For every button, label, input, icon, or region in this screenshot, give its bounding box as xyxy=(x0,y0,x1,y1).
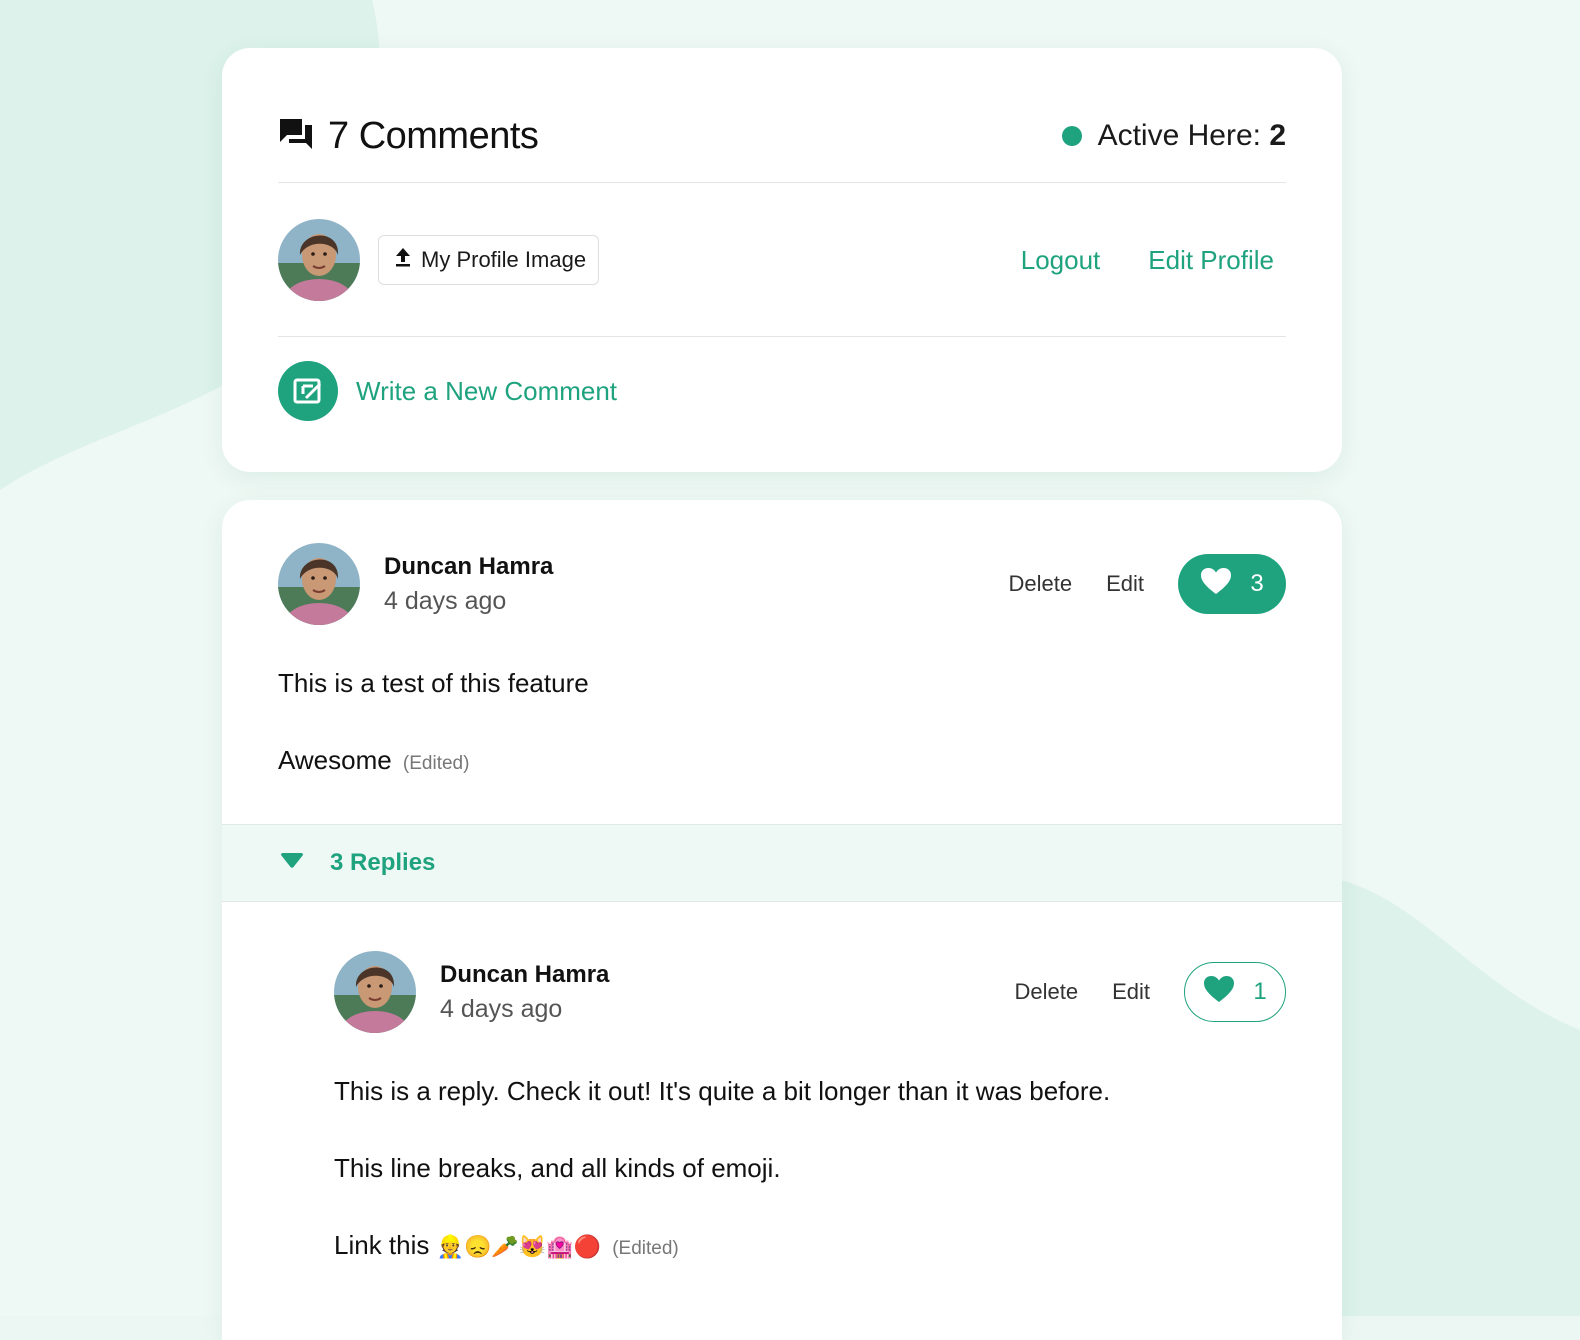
compose-icon xyxy=(278,361,338,421)
avatar xyxy=(278,543,360,625)
delete-comment-button[interactable]: Delete xyxy=(1008,571,1072,597)
edit-profile-link[interactable]: Edit Profile xyxy=(1148,245,1274,276)
active-label: Active Here: xyxy=(1097,119,1261,152)
like-button[interactable]: 1 xyxy=(1184,962,1286,1022)
reply-author: Duncan Hamra xyxy=(440,960,610,988)
upload-profile-image-button[interactable]: My Profile Image xyxy=(378,235,600,285)
comments-list-card: Duncan Hamra 4 days ago Delete Edit 3 Th… xyxy=(222,500,1342,1340)
comment-item: Duncan Hamra 4 days ago Delete Edit 3 Th… xyxy=(278,542,1286,776)
upload-button-label: My Profile Image xyxy=(421,247,587,272)
comment-author: Duncan Hamra xyxy=(384,552,554,580)
reply-text-line: This line breaks, and all kinds of emoji… xyxy=(334,1153,781,1183)
active-count: 2 xyxy=(1269,119,1286,152)
edited-label: (Edited) xyxy=(402,753,470,774)
edited-label: (Edited) xyxy=(612,1238,679,1259)
reply-item: Duncan Hamra 4 days ago Delete Edit 1 Th… xyxy=(334,950,1286,1261)
active-users-indicator: Active Here: 2 xyxy=(1061,119,1286,153)
reply-text-line: This is a reply. Check it out! It's quit… xyxy=(334,1076,1111,1106)
edit-comment-button[interactable]: Edit xyxy=(1106,571,1144,597)
like-button[interactable]: 3 xyxy=(1178,554,1286,614)
comments-icon xyxy=(278,117,314,156)
avatar xyxy=(278,219,360,301)
edit-reply-button[interactable]: Edit xyxy=(1112,979,1150,1005)
replies-toggle[interactable]: 3 Replies xyxy=(222,824,1342,902)
comments-count-title: 7 Comments xyxy=(328,114,539,157)
like-count: 3 xyxy=(1250,570,1264,597)
comment-body: This is a test of this feature Awesome (… xyxy=(278,668,1286,776)
like-count: 1 xyxy=(1253,978,1267,1005)
heart-icon xyxy=(1200,567,1232,602)
write-new-comment-button[interactable]: Write a New Comment xyxy=(278,360,617,422)
comment-timestamp: 4 days ago xyxy=(384,586,507,615)
write-new-comment-label: Write a New Comment xyxy=(356,375,618,406)
heart-icon xyxy=(1203,975,1235,1010)
comment-text-line: Awesome xyxy=(278,745,392,775)
avatar xyxy=(334,951,416,1033)
replies-count-label: 3 Replies xyxy=(330,849,436,876)
delete-reply-button[interactable]: Delete xyxy=(1014,979,1078,1005)
comments-header-card: 7 Comments Active Here: 2 My Profile Ima… xyxy=(222,48,1342,472)
logout-link[interactable]: Logout xyxy=(1021,245,1101,276)
online-dot-icon xyxy=(1061,126,1082,146)
reply-timestamp: 4 days ago xyxy=(440,994,563,1023)
divider xyxy=(278,182,1286,183)
reply-body: This is a reply. Check it out! It's quit… xyxy=(334,1076,1286,1261)
profile-row: My Profile Image Logout Edit Profile xyxy=(278,218,1286,302)
comment-text-line: This is a test of this feature xyxy=(278,668,589,698)
comments-header: 7 Comments Active Here: 2 xyxy=(278,108,1286,164)
emoji-string: 👷😞🥕😻🏩🔴 xyxy=(436,1234,601,1259)
upload-icon xyxy=(395,247,411,273)
caret-down-icon xyxy=(280,852,304,874)
reply-text-line: Link this xyxy=(334,1230,430,1260)
divider xyxy=(278,336,1286,337)
